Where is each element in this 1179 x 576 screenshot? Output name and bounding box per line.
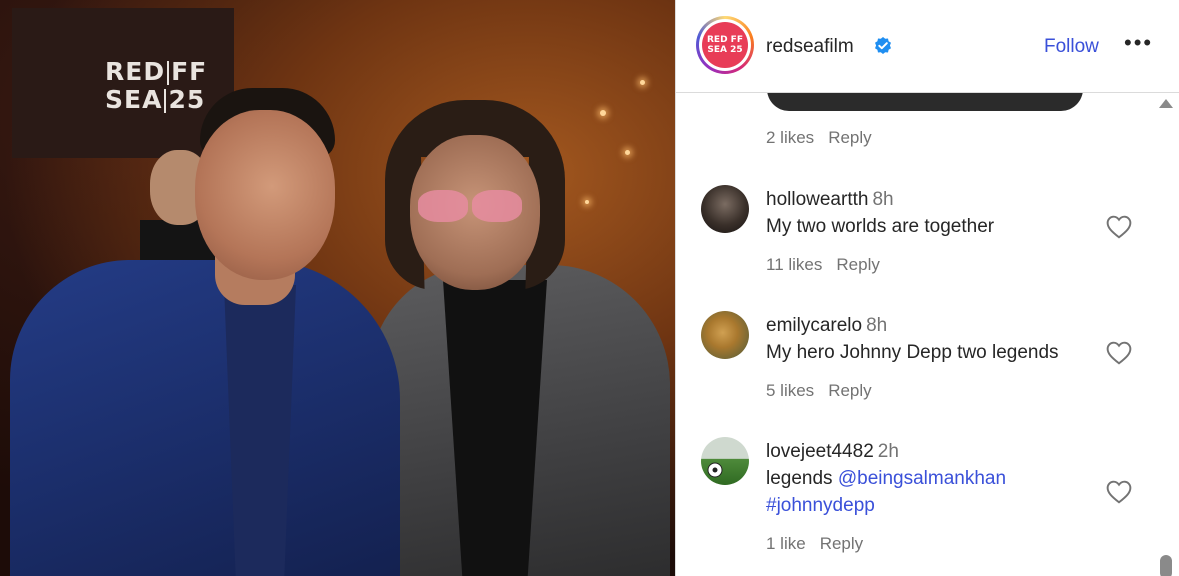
account-avatar[interactable]: RED FF SEA 25 bbox=[702, 22, 748, 68]
comment-header: emilycarelo 8h bbox=[766, 315, 887, 337]
reply-button[interactable]: Reply bbox=[836, 255, 879, 274]
comments-list[interactable]: 2 likes Reply holloweartth 8h My two world… bbox=[676, 93, 1156, 576]
scroll-up-arrow-icon[interactable] bbox=[1159, 99, 1173, 108]
likes-count[interactable]: 11 likes bbox=[766, 255, 822, 274]
comment-meta: 2 likes Reply bbox=[766, 128, 872, 148]
likes-count[interactable]: 5 likes bbox=[766, 381, 814, 400]
story-ring[interactable]: RED FF SEA 25 bbox=[696, 16, 754, 74]
commenter-avatar[interactable] bbox=[701, 437, 749, 485]
hashtag-link[interactable]: #johnnydepp bbox=[766, 495, 875, 516]
post-photo[interactable]: RED FF SEA 25 bbox=[0, 0, 675, 576]
comment-meta: 11 likes Reply bbox=[766, 255, 880, 275]
comment-text-prefix: legends bbox=[766, 468, 833, 489]
account-username[interactable]: redseafilm bbox=[766, 36, 854, 58]
comment-meta: 5 likes Reply bbox=[766, 381, 872, 401]
post-header: RED FF SEA 25 redseafilm Follow ••• bbox=[676, 0, 1179, 93]
reply-button[interactable]: Reply bbox=[828, 128, 871, 147]
comment-text: legends @beingsalmankhan #johnnydepp bbox=[766, 465, 1096, 519]
face-left bbox=[195, 110, 335, 280]
reply-button[interactable]: Reply bbox=[820, 534, 863, 553]
commenter-avatar[interactable] bbox=[701, 185, 749, 233]
comment-text: My two worlds are together bbox=[766, 216, 995, 237]
more-options-icon[interactable]: ••• bbox=[1124, 30, 1153, 56]
comment-username[interactable]: lovejeet4482 bbox=[766, 441, 874, 462]
likes-count[interactable]: 2 likes bbox=[766, 128, 814, 147]
like-heart-icon[interactable] bbox=[1106, 215, 1132, 239]
comment-header: lovejeet4482 2h bbox=[766, 441, 899, 463]
verified-badge-icon bbox=[875, 37, 891, 54]
man-blue-suit bbox=[10, 260, 400, 576]
comment-meta: 1 like Reply bbox=[766, 534, 863, 554]
comment-header: holloweartth 8h bbox=[766, 189, 894, 211]
light-bulb bbox=[600, 110, 606, 116]
comment-image-preview[interactable] bbox=[767, 93, 1083, 111]
soccer-ball-icon bbox=[707, 462, 723, 478]
reply-button[interactable]: Reply bbox=[828, 381, 871, 400]
follow-button[interactable]: Follow bbox=[1044, 36, 1099, 58]
comment-time[interactable]: 8h bbox=[872, 189, 893, 210]
post-side-panel: RED FF SEA 25 redseafilm Follow ••• 2 li… bbox=[675, 0, 1179, 576]
likes-count[interactable]: 1 like bbox=[766, 534, 806, 553]
like-heart-icon[interactable] bbox=[1106, 341, 1132, 365]
light-bulb bbox=[625, 150, 630, 155]
light-bulb bbox=[585, 200, 589, 204]
commenter-avatar[interactable] bbox=[701, 311, 749, 359]
tinted-glasses-left bbox=[418, 190, 468, 222]
comment-username[interactable]: emilycarelo bbox=[766, 315, 862, 336]
festival-logo: RED FF SEA 25 bbox=[105, 57, 208, 114]
scroll-thumb[interactable] bbox=[1160, 555, 1172, 576]
comment-text: My hero Johnny Depp two legends bbox=[766, 342, 1059, 363]
comment-time[interactable]: 8h bbox=[866, 315, 887, 336]
like-heart-icon[interactable] bbox=[1106, 480, 1132, 504]
tinted-glasses-right bbox=[472, 190, 522, 222]
comment-username[interactable]: holloweartth bbox=[766, 189, 868, 210]
mention-link[interactable]: @beingsalmankhan bbox=[838, 468, 1006, 489]
comments-scrollbar[interactable] bbox=[1155, 95, 1177, 576]
light-bulb bbox=[640, 80, 645, 85]
comment-time[interactable]: 2h bbox=[878, 441, 899, 462]
